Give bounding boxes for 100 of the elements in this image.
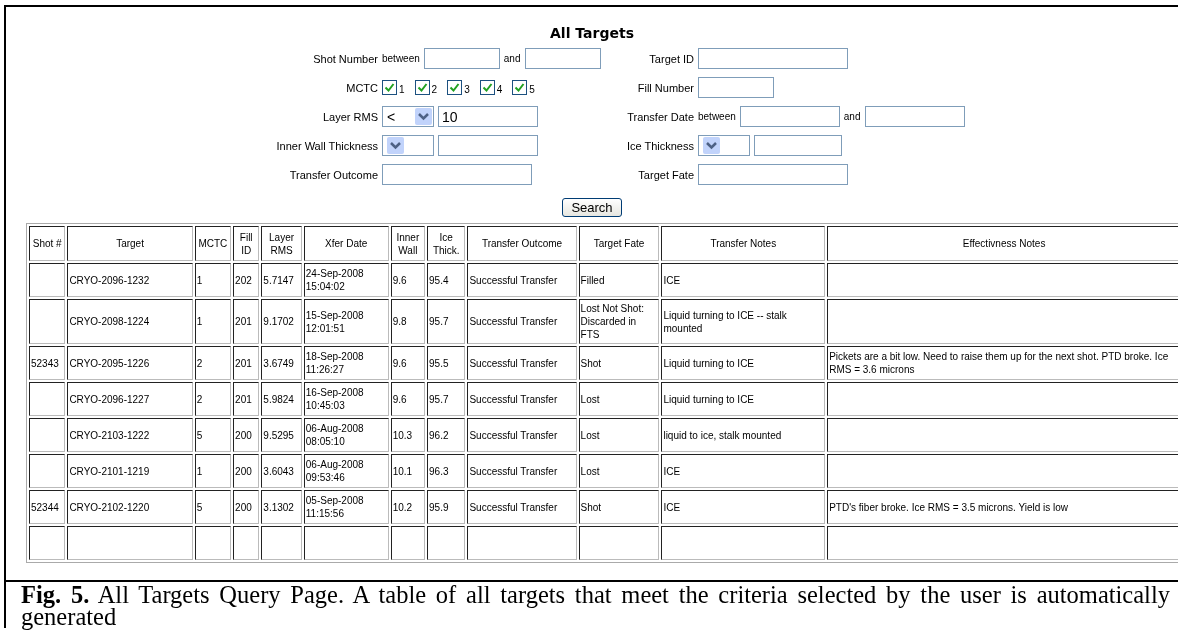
table-cell: 3.6043 [261,454,302,488]
table-cell: 9.8 [390,299,425,344]
table-cell: 10.1 [390,454,425,488]
field-label: Target ID [648,52,694,65]
table-cell: Lost [578,454,660,488]
table-cell: Successful Transfer [467,299,577,344]
table-cell: 05-Sep-2008 11:15:56 [303,490,389,524]
and-label: and [843,111,861,122]
table-cell: 18-Sep-2008 11:26:27 [303,346,389,380]
table-cell: 3.6749 [261,346,302,380]
dropdown[interactable] [698,135,750,156]
table-cell: CRYO-2096-1232 [67,263,193,297]
table-cell: 96.2 [427,418,466,452]
table-cell: 9.5295 [261,418,302,452]
column-header: Transfer Notes [661,226,826,261]
column-header: Target [67,226,193,261]
table-cell [390,526,425,560]
dropdown[interactable]: < [382,106,434,127]
checkbox-label: 1 [399,84,405,95]
column-header: Ice Thick. [427,226,466,261]
table-cell [427,526,466,560]
table-cell [29,526,66,560]
and-label: and [503,53,521,64]
table-cell: 10.2 [390,490,425,524]
table-cell: Liquid turning to ICE [661,382,826,416]
table-cell: Successful Transfer [467,346,577,380]
table-cell: CRYO-2096-1227 [67,382,193,416]
input-field[interactable] [698,77,774,98]
table-cell: 52344 [29,490,66,524]
table-cell: ICE [661,490,826,524]
column-header: Inner Wall [390,226,425,261]
table-cell: CRYO-2102-1220 [67,490,193,524]
table-cell: CRYO-2103-1222 [67,418,193,452]
table-cell: ICE [661,454,826,488]
table-cell: 95.4 [427,263,466,297]
table-cell: 2 [194,382,232,416]
input-field[interactable] [438,135,538,156]
table-cell: 10.3 [390,418,425,452]
field-label: Transfer Outcome [288,168,378,181]
field-label: Fill Number [636,81,694,94]
table-cell: 3.1302 [261,490,302,524]
table-cell: 201 [233,299,260,344]
input-field[interactable] [864,106,965,127]
table-cell: 96.3 [427,454,466,488]
between-label: between [698,111,736,122]
table-cell [233,526,260,560]
checkbox[interactable] [447,80,463,95]
table-cell: 200 [233,490,260,524]
table-cell: 5.7147 [261,263,302,297]
table-cell: 200 [233,418,260,452]
checkbox[interactable] [382,80,397,95]
input-field[interactable] [382,164,532,185]
table-cell: 95.5 [427,346,466,380]
input-field[interactable] [698,48,848,69]
search-button[interactable]: Search [562,198,622,217]
table-cell: Successful Transfer [467,382,577,416]
checkbox-label: 3 [464,84,470,95]
table-cell: liquid to ice, stalk mounted [661,418,826,452]
input-field[interactable] [423,48,500,69]
table-cell: 200 [233,454,260,488]
page-title: All Targets [549,25,635,41]
table-cell [29,418,66,452]
field-label: Layer RMS [321,110,378,123]
column-header: Transfer Outcome [467,226,577,261]
input-field[interactable] [524,48,601,69]
table-cell: 06-Aug-2008 08:05:10 [303,418,389,452]
table-cell: Successful Transfer [467,263,577,297]
column-header: Effectivness Notes [827,226,1178,261]
checkbox-label: 2 [431,84,438,95]
checkbox[interactable] [479,80,495,95]
dropdown[interactable] [382,135,434,156]
input-field[interactable] [739,106,840,127]
checkbox[interactable] [414,80,430,95]
table-cell: 06-Aug-2008 09:53:46 [303,454,389,488]
table-cell: 9.6 [390,346,425,380]
field-label: MCTC [345,81,378,94]
table-cell: 95.9 [427,490,466,524]
input-field[interactable] [754,135,842,156]
table-cell: CRYO-2095-1226 [67,346,193,380]
table-cell: Successful Transfer [467,490,577,524]
table-cell: 201 [233,346,260,380]
chevron-down-icon [415,108,432,125]
field-label: Shot Number [312,52,378,65]
table-cell: CRYO-2098-1224 [67,299,193,344]
figure-caption: Fig. 5. All Targets Query Page. A table of all targets that meet the criteria selected by the user is automatically generated [4,582,1178,628]
column-header: Shot # [29,226,66,261]
input-field[interactable] [698,164,848,185]
table-cell: 2 [194,346,232,380]
table-cell: 9.6 [390,382,425,416]
table-cell: Liquid turning to ICE [661,346,826,380]
table-cell: Successful Transfer [467,454,577,488]
input-field[interactable]: 10 [438,106,538,127]
table-cell: ICE [661,263,826,297]
checkbox-label: 5 [529,84,535,95]
table-cell: Shot [578,346,660,380]
table-cell: 1 [194,299,232,344]
table-cell [29,299,66,344]
checkbox[interactable] [512,80,528,95]
table-cell: 24-Sep-2008 15:04:02 [303,263,389,297]
table-cell [194,526,232,560]
